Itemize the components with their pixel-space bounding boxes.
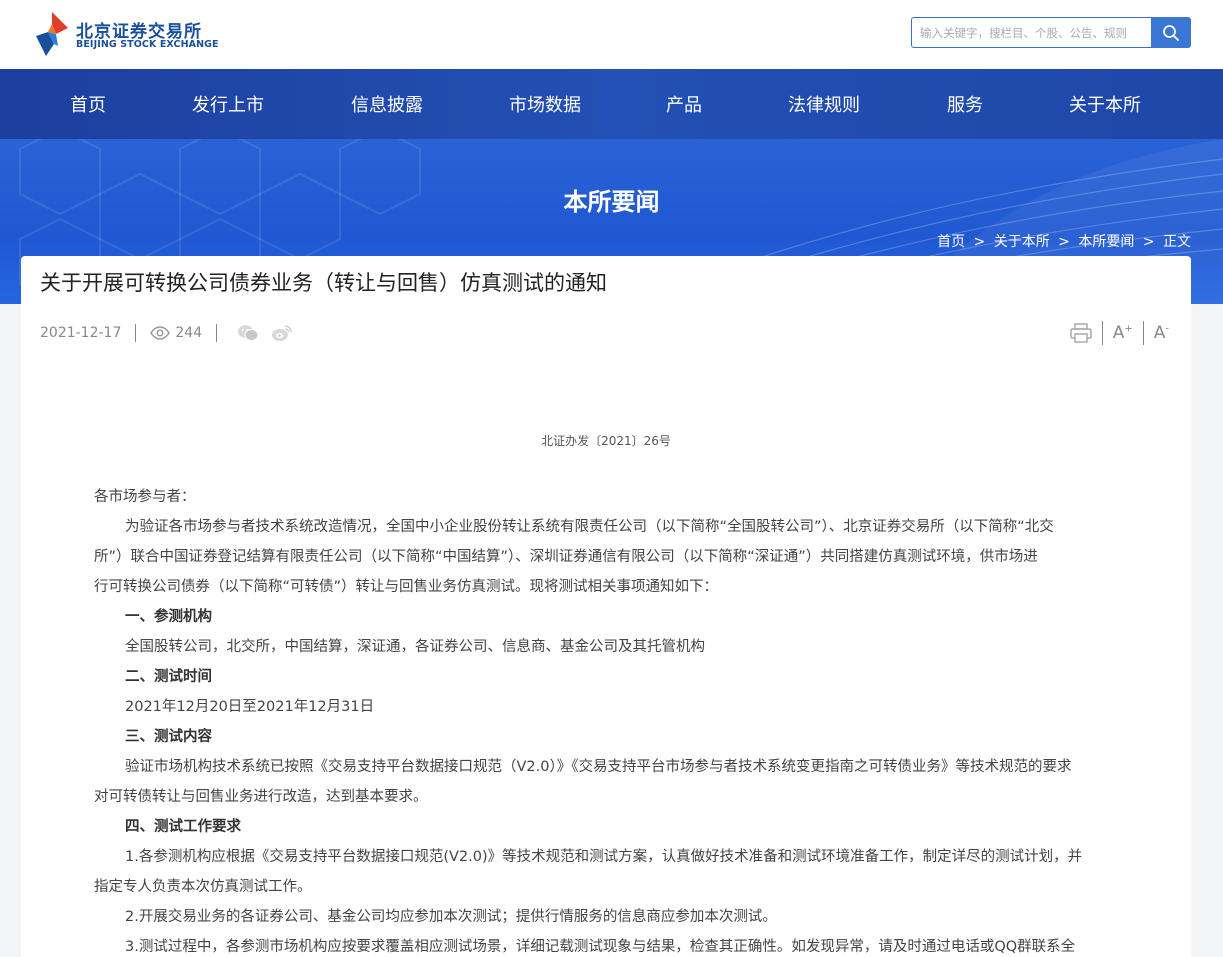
divider (135, 324, 137, 342)
article-body: 2021-12-17 244 A+ A- 北证办发〔2021〕26号 各市场参与… (21, 304, 1191, 957)
nav-item-rules[interactable]: 法律规则 (788, 91, 860, 117)
logo-name-en: BEIJING STOCK EXCHANGE (76, 39, 219, 50)
print-icon[interactable] (1069, 323, 1092, 343)
breadcrumb-sep: > (973, 234, 986, 250)
paragraph: 对可转债转让与回售业务进行改造，达到基本要求。 (94, 789, 428, 805)
divider (1142, 321, 1144, 345)
breadcrumb-current: 正文 (1163, 234, 1191, 250)
section-heading: 二、测试时间 (125, 669, 212, 685)
paragraph: 所”）联合中国证券登记结算有限责任公司（以下简称“中国结算”）、深圳证券通信有限… (94, 549, 1038, 565)
logo-mark-icon (36, 12, 68, 56)
wechat-share-icon[interactable] (237, 324, 259, 342)
section-heading: 一、参测机构 (125, 609, 212, 625)
breadcrumb: 首页 > 关于本所 > 本所要闻 > 正文 (933, 231, 1191, 251)
breadcrumb-about[interactable]: 关于本所 (994, 234, 1050, 250)
paragraph: 各市场参与者： (94, 489, 196, 505)
paragraph: 1.各参测机构应根据《交易支持平台数据接口规范(V2.0)》等技术规范和测试方案… (125, 849, 1083, 865)
font-decrease-button[interactable]: A- (1154, 323, 1169, 343)
nav-item-services[interactable]: 服务 (947, 91, 983, 117)
site-header: 北京证券交易所 BEIJING STOCK EXCHANGE (0, 0, 1223, 69)
weibo-share-icon[interactable] (271, 324, 293, 342)
section-heading: 三、测试内容 (125, 729, 212, 745)
article-title-bar: 关于开展可转换公司债券业务（转让与回售）仿真测试的通知 (21, 256, 1191, 304)
breadcrumb-news[interactable]: 本所要闻 (1078, 234, 1134, 250)
breadcrumb-sep: > (1142, 234, 1155, 250)
nav-item-market-data[interactable]: 市场数据 (509, 91, 581, 117)
banner-title: 本所要闻 (563, 188, 660, 216)
section-heading: 四、测试工作要求 (125, 819, 241, 835)
divider (1101, 321, 1103, 345)
paragraph: 3.测试过程中，各参测市场机构应按要求覆盖相应测试场景，详细记载测试现象与结果，… (125, 939, 1076, 955)
eye-icon (150, 326, 171, 340)
paragraph: 行可转换公司债券（以下简称“可转债”）转让与回售业务仿真测试。现将测试相关事项通… (94, 579, 719, 595)
paragraph: 2021年12月20日至2021年12月31日 (125, 699, 375, 715)
paragraph: 全国股转公司，北交所，中国结算，深证通，各证券公司、信息商、基金公司及其托管机构 (125, 639, 705, 655)
main-nav: 首页 发行上市 信息披露 市场数据 产品 法律规则 服务 关于本所 (0, 69, 1223, 139)
breadcrumb-home[interactable]: 首页 (937, 234, 965, 250)
search-icon (1163, 24, 1179, 41)
nav-item-products[interactable]: 产品 (666, 91, 702, 117)
search-button[interactable] (1151, 17, 1191, 48)
nav-item-about[interactable]: 关于本所 (1069, 91, 1141, 117)
breadcrumb-sep: > (1058, 234, 1070, 250)
paragraph: 指定专人负责本次仿真测试工作。 (94, 879, 312, 895)
paragraph: 验证市场机构技术系统已按照《交易支持平台数据接口规范（V2.0）》《交易支持平台… (125, 759, 1072, 775)
search-input[interactable] (911, 17, 1151, 48)
article-meta: 2021-12-17 244 (40, 324, 293, 342)
article-tools: A+ A- (1069, 321, 1169, 345)
nav-item-disclosure[interactable]: 信息披露 (351, 91, 423, 117)
view-count: 244 (175, 325, 203, 341)
publish-date: 2021-12-17 (40, 325, 122, 341)
article-content: 各市场参与者： 为验证各市场参与者技术系统改造情况，全国中小企业股份转让系统有限… (94, 482, 1119, 957)
document-number: 北证办发〔2021〕26号 (541, 434, 671, 448)
paragraph: 2.开展交易业务的各证券公司、基金公司均应参加本次测试；提供行情服务的信息商应参… (125, 909, 777, 925)
divider (216, 324, 218, 342)
article-title: 关于开展可转换公司债券业务（转让与回售）仿真测试的通知 (40, 271, 607, 295)
nav-item-listing[interactable]: 发行上市 (192, 91, 264, 117)
nav-item-home[interactable]: 首页 (70, 91, 106, 117)
logo[interactable]: 北京证券交易所 BEIJING STOCK EXCHANGE (32, 10, 222, 60)
font-increase-button[interactable]: A+ (1113, 323, 1133, 343)
paragraph: 为验证各市场参与者技术系统改造情况，全国中小企业股份转让系统有限责任公司（以下简… (125, 519, 1054, 535)
